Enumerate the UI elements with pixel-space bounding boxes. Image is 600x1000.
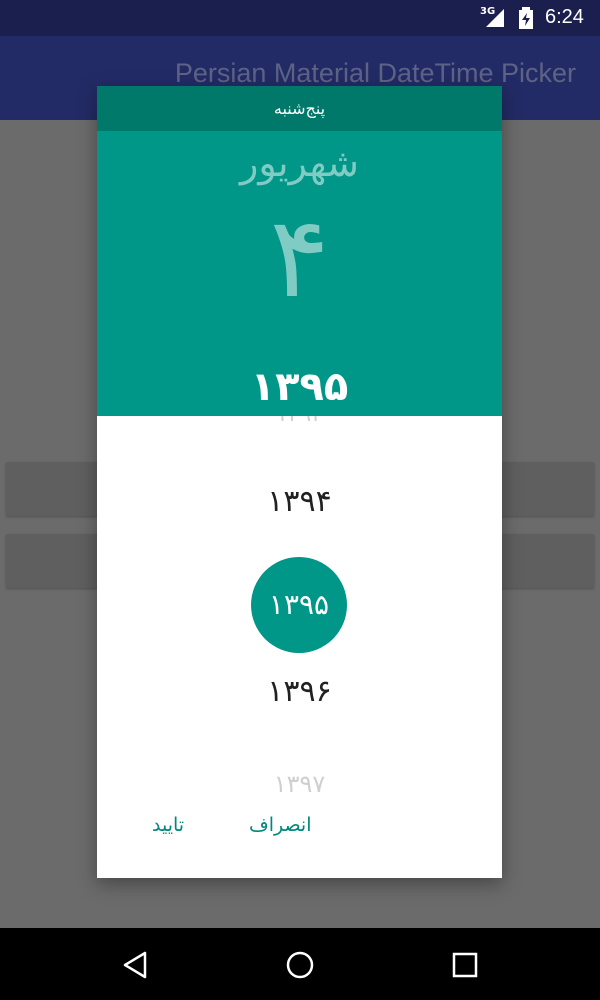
- signal-icon: [486, 9, 504, 27]
- back-icon[interactable]: [121, 950, 151, 980]
- selected-year-item[interactable]: ۱۳۹۵: [251, 557, 347, 653]
- recents-icon[interactable]: [450, 950, 480, 980]
- app-title: Persian Material DateTime Picker: [174, 58, 576, 88]
- day-of-week-label: پنج‌شنبه: [97, 86, 502, 131]
- cancel-button[interactable]: انصراف: [249, 814, 312, 836]
- year-item[interactable]: ۱۳۹۶: [97, 674, 502, 709]
- battery-charging-icon: [519, 7, 533, 29]
- date-picker-dialog: پنج‌شنبه شهریور ۴ ۱۳۹۵ ۱۳۹۳ ۱۳۹۴ ۱۳۹۵ ۱۳…: [97, 86, 502, 878]
- month-label[interactable]: شهریور: [97, 141, 502, 185]
- status-clock: 6:24: [545, 6, 584, 28]
- date-header: شهریور ۴ ۱۳۹۵: [97, 131, 502, 416]
- year-list[interactable]: ۱۳۹۳ ۱۳۹۴ ۱۳۹۵ ۱۳۹۶ ۱۳۹۷: [97, 416, 502, 796]
- status-bar: 3G 6:24: [0, 0, 600, 36]
- navigation-bar: [0, 928, 600, 1000]
- dialog-actions: تایید انصراف: [97, 808, 502, 858]
- year-label[interactable]: ۱۳۹۵: [97, 364, 502, 410]
- home-icon[interactable]: [285, 950, 315, 980]
- year-item[interactable]: ۱۳۹۳: [97, 416, 502, 427]
- year-item[interactable]: ۱۳۹۴: [97, 484, 502, 519]
- year-item[interactable]: ۱۳۹۷: [97, 770, 502, 796]
- day-label[interactable]: ۴: [97, 193, 502, 323]
- confirm-button[interactable]: تایید: [152, 814, 184, 836]
